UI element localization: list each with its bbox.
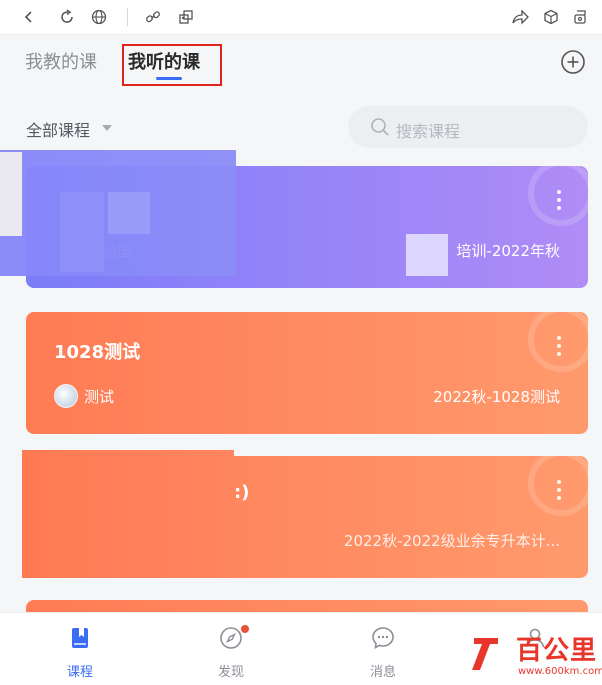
site-watermark-logo: 百公里 www.600km.com — [468, 630, 602, 684]
card-term: 2022秋-2022级业余专升本计... — [343, 532, 560, 550]
more-window-icon[interactable] — [570, 6, 592, 28]
card-term: 2022秋-1028测试 — [433, 388, 560, 406]
search-icon — [371, 118, 389, 136]
avatar — [54, 384, 78, 408]
teacher-name: 测试 — [84, 387, 115, 406]
nav-courses[interactable]: 课程 — [35, 613, 125, 685]
search-placeholder: 搜索课程 — [396, 122, 461, 141]
cube-icon[interactable] — [540, 6, 562, 28]
chat-icon — [372, 627, 394, 649]
watermark-nine-icon — [472, 638, 498, 670]
compass-icon — [220, 627, 242, 649]
more-options-button[interactable] — [556, 336, 562, 358]
privacy-mask — [0, 152, 22, 236]
qr-share-icon[interactable] — [175, 6, 197, 28]
course-card[interactable]: 1028测试 测试 2022秋-1028测试 — [26, 312, 588, 434]
filter-bar: 全部课程 搜索课程 — [0, 100, 602, 152]
more-options-button[interactable] — [556, 190, 562, 212]
add-course-button[interactable] — [560, 49, 586, 75]
privacy-mask — [108, 192, 150, 234]
card-title: :) — [234, 482, 250, 503]
card-title: 1028测试 — [54, 342, 141, 363]
notification-dot — [241, 625, 249, 633]
share-icon[interactable] — [509, 6, 531, 28]
toolbar-divider — [127, 8, 128, 26]
privacy-mask — [60, 192, 104, 272]
course-tabs: 我教的课 我听的课 — [0, 35, 602, 95]
nav-messages[interactable]: 消息 — [338, 613, 428, 685]
nav-discover[interactable]: 发现 — [186, 613, 276, 685]
card-teacher: 测试 — [54, 384, 114, 408]
refresh-icon[interactable] — [56, 6, 78, 28]
nav-label: 课程 — [66, 665, 93, 680]
tab-teach[interactable]: 我教的课 — [25, 51, 97, 75]
nav-label: 消息 — [369, 665, 396, 680]
watermark-text: 百公里 — [516, 636, 598, 666]
search-input[interactable]: 搜索课程 — [348, 106, 588, 148]
caret-down-icon[interactable] — [102, 125, 112, 131]
link-icon[interactable] — [142, 6, 164, 28]
browser-toolbar — [0, 0, 602, 35]
course-filter-dropdown[interactable]: 全部课程 — [26, 117, 90, 141]
globe-icon[interactable] — [88, 6, 110, 28]
plus-circle-icon — [561, 50, 585, 74]
nav-label: 发现 — [217, 665, 244, 680]
more-options-button[interactable] — [556, 480, 562, 502]
privacy-mask — [406, 234, 448, 276]
back-icon[interactable] — [18, 6, 40, 28]
watermark-url: www.600km.com — [518, 666, 602, 677]
card-term: 培训-2022年秋 — [456, 242, 560, 260]
book-icon — [72, 628, 88, 648]
privacy-mask — [22, 450, 234, 578]
highlight-box — [122, 44, 222, 86]
